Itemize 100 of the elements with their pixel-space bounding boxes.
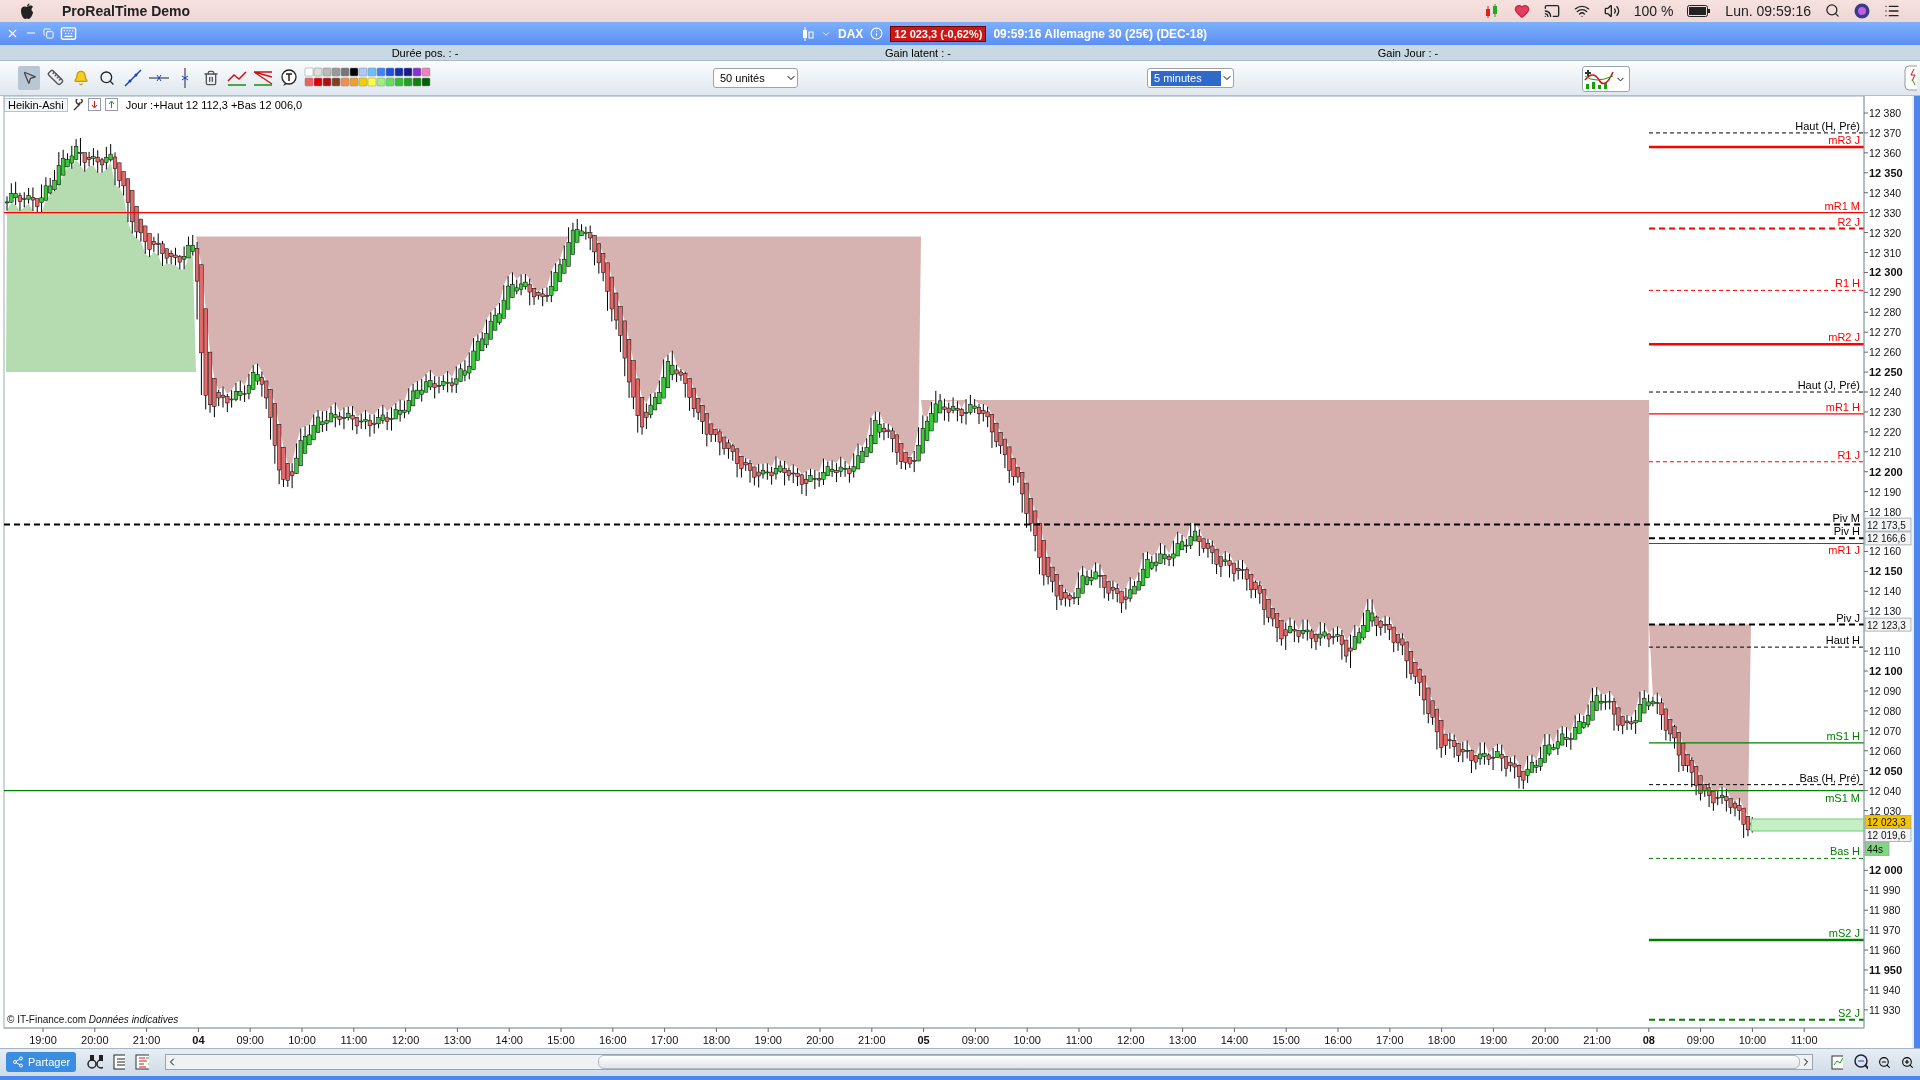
time-tick: 10:00: [1738, 1033, 1767, 1046]
time-tick: 14:00: [495, 1033, 523, 1046]
zoom-icon[interactable]: [99, 69, 115, 86]
price-tick: 12 140: [1869, 584, 1902, 597]
time-tick: 19:00: [29, 1033, 57, 1046]
time-tick: 20:00: [1531, 1033, 1559, 1046]
time-tick: 13:00: [443, 1033, 472, 1046]
fan-icon[interactable]: [253, 68, 273, 87]
level-label: mR1 J: [1828, 544, 1860, 556]
apple-icon[interactable]: [20, 2, 34, 19]
time-tick: 09:00: [961, 1033, 990, 1046]
time-tick: 09:00: [236, 1033, 264, 1046]
time-tick: 18:00: [702, 1033, 731, 1046]
price-tick: 12 060: [1869, 744, 1902, 757]
price-tick: 12 160: [1869, 545, 1902, 557]
trash-icon[interactable]: [203, 69, 219, 86]
time-tick: 17:00: [1376, 1033, 1404, 1046]
time-tick: 12:00: [1117, 1033, 1145, 1046]
arrow-up-icon[interactable]: [106, 100, 116, 109]
level-label: mR1 M: [1824, 199, 1860, 212]
time-tick: 20:00: [806, 1033, 834, 1046]
time-tick: 16:00: [599, 1033, 627, 1046]
price-tick: 12 180: [1869, 505, 1902, 518]
price-tick: 11 990: [1869, 883, 1901, 896]
timeframe-select[interactable]: 5 minutes: [1147, 68, 1234, 89]
binoculars-icon[interactable]: [86, 1053, 103, 1072]
price-tick: 12 350: [1869, 166, 1903, 179]
share-icon: [12, 1056, 24, 1069]
menu-clock[interactable]: Lun. 09:59:16: [1725, 2, 1811, 19]
indicator-icon: [1583, 68, 1615, 91]
trendline-icon[interactable]: [124, 68, 142, 87]
time-tick: 10:00: [1013, 1033, 1041, 1046]
price-tag: 12 123,3: [1864, 617, 1912, 631]
price-tick: 12 320: [1869, 226, 1902, 239]
level-label: Haut H: [1825, 633, 1860, 646]
price-tick: 12 270: [1869, 325, 1902, 338]
time-tick: 12:00: [391, 1033, 420, 1046]
level-label: R1 J: [1837, 448, 1860, 461]
side-panel-icon[interactable]: [1904, 65, 1918, 92]
text-tool-icon[interactable]: [280, 68, 298, 87]
time-tick: 11:00: [340, 1033, 368, 1046]
ruler-icon[interactable]: [46, 69, 64, 87]
price-tick: 12 300: [1869, 265, 1903, 278]
arrow-down-icon[interactable]: [89, 100, 99, 109]
level-label: Haut (H, Pré): [1795, 119, 1860, 132]
siri-icon[interactable]: [1854, 2, 1870, 19]
horizontal-line-icon[interactable]: [149, 72, 169, 83]
price-tick: 12 210: [1869, 445, 1902, 458]
window-title: 09:59:16 Allemagne 30 (25€) (DEC-18): [993, 26, 1208, 41]
info-text: Gain latent : -: [884, 46, 951, 59]
info-icon[interactable]: [870, 27, 884, 41]
chart-settings-icon[interactable]: [1829, 1053, 1843, 1072]
volume-icon[interactable]: [1603, 2, 1620, 19]
time-tick: 21:00: [132, 1033, 161, 1046]
indicator-button[interactable]: [1582, 66, 1630, 93]
scrollbar[interactable]: [165, 1054, 1813, 1071]
heart-icon[interactable]: [1513, 2, 1530, 19]
level-label: mR2 J: [1828, 330, 1860, 343]
level-label: Bas (H, Pré): [1799, 771, 1860, 784]
zoom-fit-icon[interactable]: [1852, 1053, 1868, 1072]
candles-icon[interactable]: [1483, 2, 1500, 19]
pointer-icon[interactable]: [21, 70, 37, 86]
time-tick: 09:00: [1686, 1033, 1715, 1046]
level-label: mR1 H: [1825, 400, 1860, 413]
channel-icon[interactable]: [227, 68, 247, 87]
time-tick: 05: [917, 1033, 930, 1046]
battery-icon[interactable]: [1687, 4, 1712, 17]
level-label: S2 J: [1838, 1006, 1860, 1019]
time-tick: 04: [192, 1033, 205, 1046]
time-tick: 19:00: [1479, 1033, 1508, 1046]
time-tick: 19:00: [754, 1033, 782, 1046]
airplay-icon[interactable]: [1543, 2, 1560, 19]
price-tick: 12 230: [1869, 405, 1902, 418]
price-tag: 12 166,6: [1864, 531, 1912, 545]
keyboard-icon[interactable]: [60, 24, 77, 42]
search-icon[interactable]: [1825, 3, 1840, 19]
time-tick: 14:00: [1220, 1033, 1249, 1046]
quantity-select[interactable]: 50 unités: [713, 68, 798, 89]
price-tick: 11 980: [1869, 903, 1901, 916]
time-tick: 17:00: [650, 1033, 679, 1046]
wrench-icon[interactable]: [71, 98, 84, 111]
price-tick: 12 200: [1869, 465, 1903, 478]
time-tick: 13:00: [1168, 1033, 1197, 1046]
price-tag: 44s: [1864, 841, 1890, 856]
price-tick: 12 260: [1869, 345, 1902, 358]
level-label: mS1 H: [1826, 729, 1860, 742]
time-tick: 21:00: [858, 1033, 886, 1046]
time-tick: 08: [1642, 1033, 1655, 1046]
time-tick: 20:00: [81, 1033, 109, 1046]
order-book-icon[interactable]: [135, 1054, 149, 1071]
price-tag: 12 023,3: [1864, 814, 1912, 829]
vertical-line-icon[interactable]: [180, 67, 190, 88]
time-tick: 18:00: [1427, 1033, 1456, 1046]
level-label: R1 H: [1834, 276, 1860, 289]
app-name[interactable]: ProRealTime Demo: [62, 2, 191, 19]
info-text: Gain Jour : -: [1377, 46, 1439, 59]
level-label: Haut (J, Pré): [1797, 378, 1860, 391]
price-tick: 12 070: [1869, 724, 1902, 737]
info-text: Durée pos. : -: [391, 46, 459, 59]
candle-icon[interactable]: [800, 26, 814, 41]
